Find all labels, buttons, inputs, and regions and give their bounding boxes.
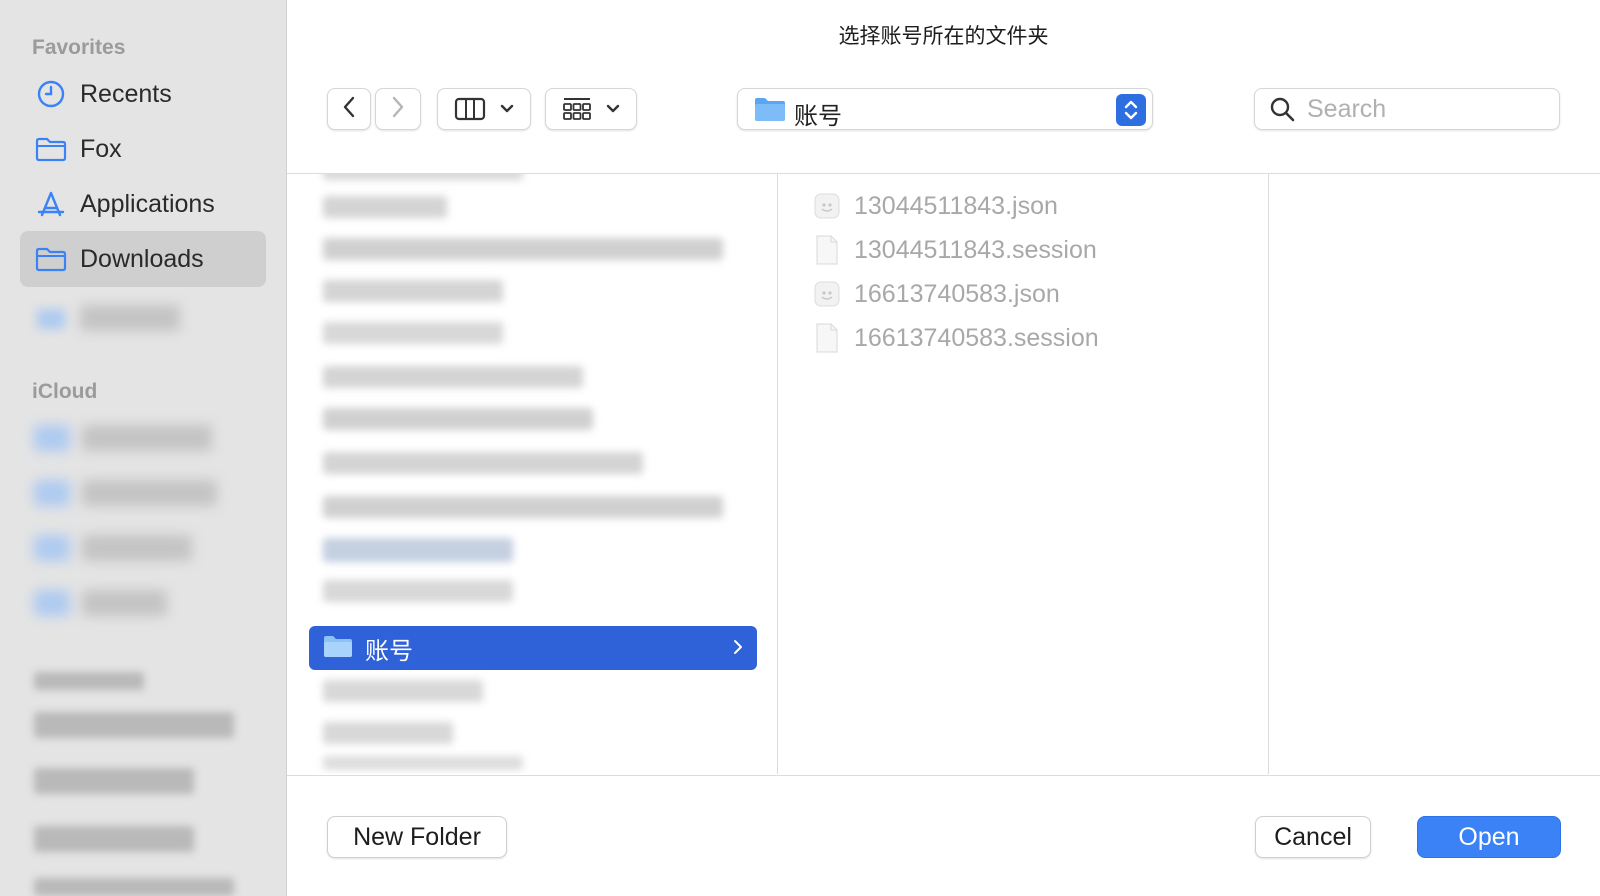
redacted-item[interactable]: [34, 878, 234, 896]
columns-view-icon: [454, 97, 486, 121]
redacted-row[interactable]: [323, 366, 583, 388]
redacted-label: [80, 305, 180, 331]
sidebar-item-label: Fox: [80, 134, 122, 163]
redacted-label: [82, 535, 192, 561]
group-dropdown[interactable]: [545, 88, 637, 130]
sidebar-item-recents[interactable]: Recents: [20, 66, 266, 122]
redacted-row[interactable]: [323, 722, 453, 744]
up-down-arrows-icon: [1116, 94, 1146, 126]
json-file-icon: [814, 191, 840, 221]
favorites-section-title: Favorites: [32, 36, 126, 59]
redacted-row[interactable]: [323, 408, 593, 430]
file-row[interactable]: 16613740583.session: [814, 318, 1099, 358]
sidebar-item-redacted[interactable]: [20, 575, 266, 631]
redacted-row[interactable]: [323, 538, 513, 562]
cancel-button[interactable]: Cancel: [1255, 816, 1371, 858]
browser-column-3[interactable]: [1269, 174, 1600, 774]
redacted-row[interactable]: [323, 238, 723, 260]
folder-icon: [754, 95, 786, 128]
folder-icon: [34, 242, 68, 276]
redacted-row[interactable]: [323, 452, 643, 474]
redacted-row[interactable]: [323, 756, 523, 770]
folder-icon: [34, 301, 68, 335]
search-input[interactable]: [1307, 94, 1547, 124]
icloud-section-title: iCloud: [32, 380, 98, 403]
applications-icon: [34, 187, 68, 221]
file-row[interactable]: 13044511843.json: [814, 186, 1058, 226]
folder-icon: [323, 633, 353, 664]
open-button[interactable]: Open: [1417, 816, 1561, 858]
file-name: 13044511843.json: [854, 191, 1058, 220]
file-name: 16613740583.session: [854, 323, 1099, 352]
redacted-item[interactable]: [34, 712, 234, 738]
path-popup[interactable]: 账号: [737, 88, 1153, 130]
search-field[interactable]: [1254, 88, 1560, 130]
path-popup-label: 账号: [794, 103, 842, 130]
selected-folder-label: 账号: [365, 637, 413, 665]
redacted-section-title: [34, 672, 144, 690]
sidebar-item-redacted[interactable]: [20, 465, 266, 521]
redacted-row[interactable]: [323, 680, 483, 702]
browser-column-2[interactable]: 13044511843.json 13044511843.session 166…: [778, 174, 1268, 774]
redacted-label: [82, 425, 212, 451]
redacted-item[interactable]: [34, 826, 194, 852]
forward-button[interactable]: [375, 88, 421, 130]
clock-icon: [34, 77, 68, 111]
chevron-down-icon: [500, 104, 514, 114]
selected-folder-row[interactable]: 账号: [309, 626, 757, 670]
chevron-down-icon: [606, 104, 620, 114]
json-file-icon: [814, 279, 840, 309]
sidebar-item-redacted[interactable]: [20, 290, 266, 346]
search-icon: [1269, 96, 1295, 122]
file-name: 13044511843.session: [854, 235, 1097, 264]
dialog-title: 选择账号所在的文件夹: [838, 25, 1049, 48]
redacted-icon: [34, 425, 70, 451]
sidebar-item-applications[interactable]: Applications: [20, 176, 266, 232]
chevron-left-icon: [342, 95, 356, 124]
redacted-icon: [34, 590, 70, 616]
footer-divider: [287, 775, 1600, 776]
sidebar-item-label: Downloads: [80, 244, 204, 273]
file-row[interactable]: 13044511843.session: [814, 230, 1097, 270]
redacted-row[interactable]: [323, 580, 513, 602]
file-row[interactable]: 16613740583.json: [814, 274, 1060, 314]
file-name: 16613740583.json: [854, 279, 1060, 308]
sidebar: Favorites Recents Fox Applications Downl…: [0, 0, 287, 896]
chevron-right-icon: [733, 637, 743, 662]
document-icon: [814, 323, 840, 353]
document-icon: [814, 235, 840, 265]
redacted-row[interactable]: [323, 496, 723, 518]
redacted-row[interactable]: [323, 322, 503, 344]
new-folder-button[interactable]: New Folder: [327, 816, 507, 858]
redacted-icon: [34, 480, 70, 506]
redacted-row[interactable]: [323, 196, 447, 218]
sidebar-item-downloads[interactable]: Downloads: [20, 231, 266, 287]
sidebar-item-label: Applications: [80, 189, 215, 218]
sidebar-item-label: Recents: [80, 79, 172, 108]
folder-icon: [34, 132, 68, 166]
redacted-label: [82, 590, 167, 616]
redacted-label: [82, 480, 217, 506]
sidebar-item-redacted[interactable]: [20, 410, 266, 466]
back-button[interactable]: [327, 88, 371, 130]
sidebar-item-fox[interactable]: Fox: [20, 121, 266, 177]
chevron-right-icon: [391, 95, 405, 124]
redacted-row[interactable]: [323, 174, 523, 180]
browser-column-1[interactable]: 账号: [287, 174, 777, 774]
redacted-item[interactable]: [34, 768, 194, 794]
redacted-icon: [34, 535, 70, 561]
redacted-row[interactable]: [323, 280, 503, 302]
grid-view-icon: [562, 96, 592, 122]
view-mode-dropdown[interactable]: [437, 88, 531, 130]
sidebar-item-redacted[interactable]: [20, 520, 266, 576]
